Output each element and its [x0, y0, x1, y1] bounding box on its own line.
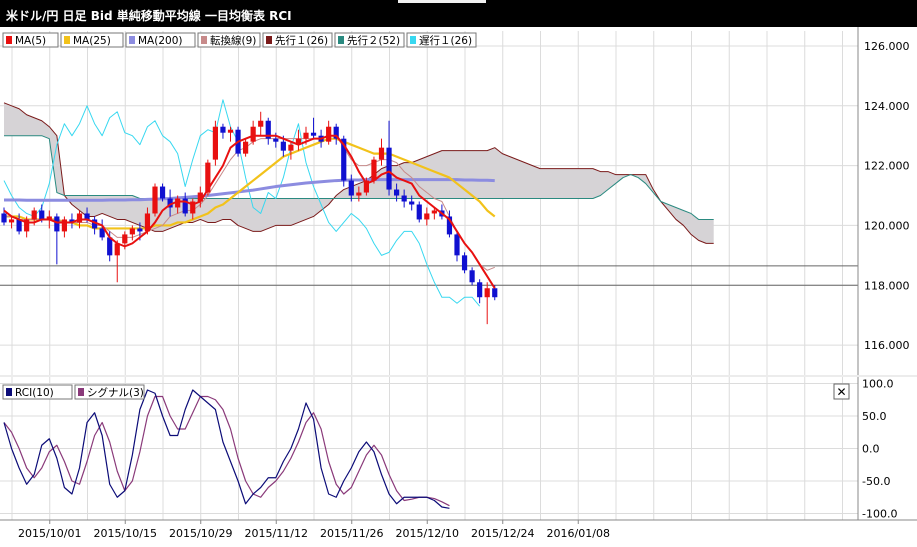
candle-body [424, 213, 430, 220]
legend-swatch [6, 388, 12, 396]
title-bar: 米ドル/円 日足 Bid 単純移動平均線 一目均衡表 RCI [0, 0, 917, 27]
candle-body [409, 201, 415, 205]
y-tick-label: 126.000 [864, 40, 910, 53]
legend-swatch [6, 36, 12, 44]
y-tick-label: 124.000 [864, 100, 910, 113]
candle-body [31, 210, 37, 220]
candle-body [484, 288, 490, 298]
candle-body [137, 228, 143, 232]
candle-body [492, 288, 498, 298]
x-tick-label: 2015/10/29 [169, 527, 232, 540]
legend-label: シグナル(3) [87, 386, 144, 399]
legend-label: MA(25) [73, 35, 111, 47]
legend-label: MA(5) [15, 35, 46, 47]
candle-body [227, 129, 234, 133]
top-tab-button[interactable] [398, 0, 486, 3]
candle-body [122, 234, 128, 244]
candle-body [258, 120, 264, 127]
chart-window: 米ドル/円 日足 Bid 単純移動平均線 一目均衡表 RCI 126.000 12… [0, 0, 917, 547]
candle-body [8, 219, 15, 223]
candle-body [348, 180, 354, 196]
legend-label: 先行１(26) [275, 34, 328, 47]
x-tick-label: 2015/11/26 [320, 527, 383, 540]
candle-body [401, 195, 407, 202]
y-tick-label: 122.000 [864, 160, 910, 173]
candle-body [243, 141, 249, 154]
x-tick-label: 2015/12/10 [396, 527, 459, 540]
candle-body [477, 282, 483, 298]
close-icon[interactable]: ✕ [836, 385, 846, 399]
candle-body [386, 147, 392, 190]
chart-canvas: 126.000 124.000 122.000 120.000 118.000 116.0… [0, 27, 917, 540]
legend-swatch [410, 36, 416, 44]
legend-swatch [78, 388, 84, 396]
candle-body [394, 189, 400, 196]
y-tick-label: 120.000 [864, 219, 910, 232]
y-tick-label: 100.0 [862, 378, 894, 391]
candle-body [371, 159, 377, 181]
candle-body [280, 141, 286, 151]
candle-body [356, 192, 362, 196]
legend-swatch [338, 36, 344, 44]
candle-body [39, 210, 45, 220]
y-tick-label: 118.000 [864, 279, 910, 292]
candle-body [61, 219, 67, 232]
panel-separator [0, 375, 917, 377]
legend-swatch [201, 36, 207, 44]
candle-body [469, 270, 475, 283]
candle-body [326, 126, 332, 142]
window-title: 米ドル/円 日足 Bid 単純移動平均線 一目均衡表 RCI [6, 9, 292, 23]
candle-body [378, 147, 385, 160]
candle-body [431, 210, 437, 214]
candle-body [303, 132, 309, 139]
close-panel-button[interactable]: ✕ [833, 383, 850, 400]
candle-body [220, 126, 226, 133]
legend-label: 先行２(52) [347, 34, 400, 47]
legend-swatch [266, 36, 272, 44]
x-tick-label: 2015/10/15 [94, 527, 157, 540]
legend-swatch [129, 36, 135, 44]
candle-body [250, 126, 256, 142]
candle-body [288, 144, 294, 151]
candle-body [159, 186, 166, 199]
legend-swatch [64, 36, 70, 44]
y-tick-label: 116.000 [864, 339, 910, 352]
candle-body [54, 216, 60, 232]
candle-body [461, 255, 468, 271]
legend-label: 転換線(9) [210, 34, 256, 47]
main-price-panel[interactable] [0, 31, 858, 375]
y-tick-label: 50.0 [862, 410, 887, 423]
y-tick-label: -100.0 [862, 508, 897, 521]
legend-label: RCI(10) [15, 387, 54, 399]
y-tick-label: -50.0 [862, 475, 890, 488]
legend-label: MA(200) [138, 35, 182, 47]
candle-body [454, 234, 460, 256]
candle-body [1, 213, 7, 223]
legend-label: 遅行１(26) [419, 34, 472, 47]
candle-body [310, 132, 317, 136]
x-tick-label: 2015/10/01 [18, 527, 81, 540]
candle-body [129, 228, 135, 235]
x-tick-label: 2016/01/08 [547, 527, 610, 540]
x-tick-label: 2015/11/12 [245, 527, 308, 540]
y-tick-label: 0.0 [862, 443, 880, 456]
candle-body [416, 204, 422, 220]
candle-body [152, 186, 158, 214]
x-tick-label: 2015/12/24 [471, 527, 534, 540]
candle-body [273, 138, 279, 142]
candle-body [212, 126, 218, 160]
